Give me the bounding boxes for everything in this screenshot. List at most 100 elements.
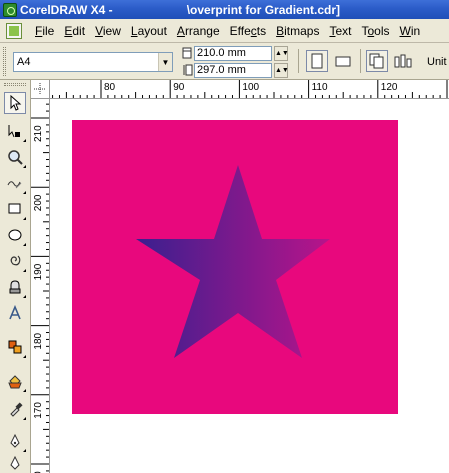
ruler-label: 200 [33,194,44,211]
menu-bitmaps[interactable]: Bitmaps [271,24,324,38]
text-tool-icon [9,305,21,320]
toolbar-separator [298,49,299,73]
horizontal-ruler[interactable]: 8090100110120130 [50,80,449,99]
menu-arrange[interactable]: Arrange [172,24,225,38]
toolbar-separator [360,49,361,73]
shape-tool-icon [8,125,20,138]
toolbar-grip[interactable] [3,47,6,76]
ruler-origin[interactable] [31,80,50,99]
gradient-star[interactable] [136,165,330,358]
ruler-label: 100 [242,82,259,93]
flyout-arrow [23,243,26,246]
interactive-fill-tool[interactable] [4,336,26,358]
toolbox [0,80,31,473]
shape-tool[interactable] [4,120,26,142]
menu-win[interactable]: Win [395,24,426,38]
ruler-origin-icon [34,83,46,95]
width-spinner[interactable]: ▲▼ [274,45,289,61]
page-height-field: 297.0 mm ▲▼ [180,62,290,78]
menu-edit[interactable]: Edit [59,24,90,38]
property-bar: A4 ▼ 210.0 mm ▲▼ 297.0 mm ▲▼ Unit [0,43,449,80]
page-height-input[interactable]: 297.0 mm [194,62,272,78]
spiral-tool-icon [10,255,21,266]
menu-text[interactable]: Text [324,24,356,38]
page-width-field: 210.0 mm ▲▼ [180,45,290,61]
eyedropper-tool[interactable] [4,398,26,420]
menu-file[interactable]: File [30,24,59,38]
interactive-fill-tool-icon [8,340,22,354]
units-label: Unit [427,56,447,68]
current-page-icon [394,54,412,68]
flyout-arrow [23,139,26,142]
flyout-arrow [23,417,26,420]
title-bar: CorelDRAW X4 - \overprint for Gradient.c… [0,0,449,19]
document-menu-icon[interactable] [6,22,22,39]
ruler-label: 190 [33,263,44,280]
vertical-ruler-ticks: 210200190180170160 [31,103,49,473]
coreldraw-app-icon[interactable] [3,2,17,17]
outline-pen-tool[interactable] [4,430,26,452]
ruler-label: 210 [33,125,44,142]
eyedropper-tool-icon [10,402,23,417]
basic-shapes-tool-icon [9,280,21,294]
ellipse-tool[interactable] [4,224,26,246]
flyout-arrow [23,295,26,298]
flyout-arrow [23,165,26,168]
spiral-tool[interactable] [4,250,26,272]
fill-tool[interactable] [4,452,26,473]
all-pages-icon [369,53,384,69]
chevron-down-icon[interactable]: ▼ [158,53,172,71]
app-title: CorelDRAW X4 - [20,2,113,17]
menu-tools[interactable]: Tools [356,24,394,38]
rectangle-tool[interactable] [4,198,26,220]
document-title: \overprint for Gradient.cdr] [186,2,341,17]
portrait-icon [311,53,323,69]
ruler-label: 110 [312,82,328,93]
toolbox-grip[interactable] [4,83,26,86]
current-page-button[interactable] [392,50,414,72]
page-width-icon [180,46,194,60]
ellipse-tool-icon [8,229,22,241]
menu-layout[interactable]: Layout [126,24,172,38]
corel-window: CorelDRAW X4 - \overprint for Gradient.c… [0,0,449,473]
ruler-label: 80 [104,82,116,93]
zoom-tool[interactable] [4,146,26,168]
ruler-label: 170 [33,402,44,419]
star-layer [136,165,330,358]
menu-bar: File Edit View Layout Arrange Effects Bitmaps T… [0,19,449,43]
ruler-label: 120 [381,82,398,93]
ruler-label: 180 [33,332,44,349]
rectangle-tool-icon [8,203,21,214]
horizontal-ruler-ticks: 8090100110120130 [52,80,448,98]
zoom-tool-icon [8,150,23,165]
bucket-fill-tool-icon [8,375,22,389]
flyout-arrow [23,269,26,272]
portrait-button[interactable] [306,50,328,72]
page-size-select[interactable]: A4 ▼ [13,52,173,72]
height-spinner[interactable]: ▲▼ [274,62,289,78]
text-tool[interactable] [4,302,26,324]
menu-effects[interactable]: Effects [225,24,271,38]
flyout-arrow [23,389,26,392]
bucket-fill-tool[interactable] [4,370,26,392]
page-width-input[interactable]: 210.0 mm [194,45,272,61]
outline-pen-tool-icon [10,433,20,448]
menu-view[interactable]: View [90,24,126,38]
page-size-value: A4 [17,56,31,68]
vertical-ruler[interactable]: 210200190180170160 [31,99,50,473]
flyout-arrow [23,217,26,220]
pick-tool-icon [10,95,22,111]
flyout-arrow [23,355,26,358]
landscape-button[interactable] [332,50,354,72]
landscape-icon [335,56,351,67]
drawing-canvas[interactable] [50,99,449,473]
basic-shapes-tool[interactable] [4,276,26,298]
freehand-tool-icon [7,181,22,189]
pick-tool[interactable] [4,92,26,114]
flyout-arrow [23,191,26,194]
all-pages-button[interactable] [366,50,388,72]
ruler-label: 90 [173,82,185,93]
fill-tool-icon [10,455,20,470]
page-height-icon [180,63,194,77]
freehand-tool[interactable] [4,172,26,194]
